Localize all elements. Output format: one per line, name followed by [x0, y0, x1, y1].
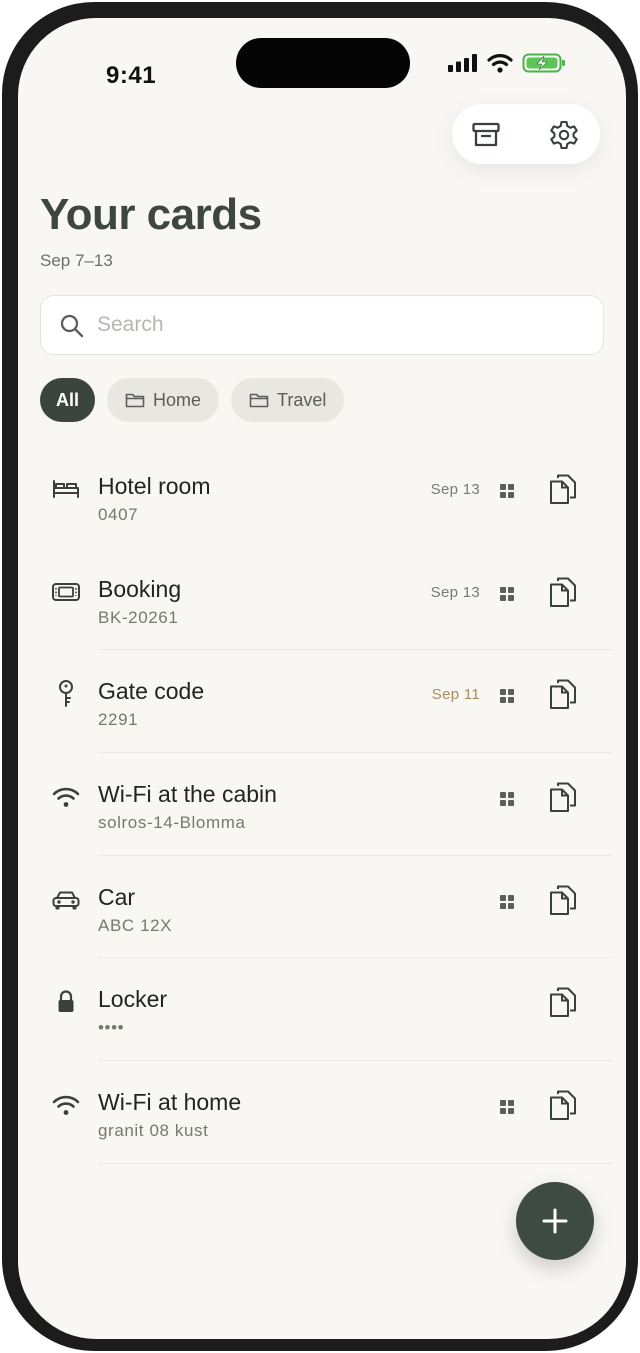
wifi-icon [50, 1091, 82, 1119]
key-icon [50, 680, 82, 708]
copy-icon[interactable] [548, 985, 578, 1019]
card-title: Locker [98, 986, 168, 1013]
lock-icon [50, 988, 82, 1016]
filter-chip-label: All [56, 389, 80, 410]
folder-icon [125, 393, 145, 408]
bed-icon [50, 475, 82, 503]
card-list: Hotel room 0407 Sep 13 Booking BK-20261 … [18, 445, 626, 1164]
ticket-icon [50, 578, 82, 606]
card-title: Gate code [98, 678, 205, 705]
card-row-gate-code[interactable]: Gate code 2291 Sep 11 [18, 650, 626, 754]
card-row-car[interactable]: Car ABC 12X [18, 856, 626, 959]
card-value: granit 08 kust [98, 1121, 209, 1141]
grid-icon[interactable] [499, 894, 515, 910]
filter-chips: All Home Travel [40, 378, 345, 422]
card-value: BK-20261 [98, 607, 179, 627]
card-row-wifi-home[interactable]: Wi-Fi at home granit 08 kust [18, 1061, 626, 1164]
copy-icon[interactable] [548, 677, 578, 711]
card-value: solros-14-Blomma [98, 813, 246, 833]
status-time: 9:41 [106, 62, 157, 89]
filter-chip-all[interactable]: All [40, 378, 96, 422]
add-card-button[interactable] [516, 1182, 594, 1260]
card-date: Sep 13 [430, 583, 480, 601]
copy-icon[interactable] [548, 575, 578, 609]
wifi-icon [50, 783, 82, 811]
copy-icon[interactable] [548, 1088, 578, 1122]
grid-icon[interactable] [499, 483, 515, 499]
card-value: 2291 [98, 710, 139, 730]
card-title: Car [98, 883, 136, 910]
search-icon [60, 314, 84, 338]
filter-chip-label: Travel [277, 389, 327, 410]
card-title: Booking [98, 575, 182, 602]
gear-icon [550, 120, 578, 150]
copy-icon[interactable] [548, 472, 578, 506]
filter-chip-home[interactable]: Home [107, 378, 220, 422]
top-actions [452, 104, 600, 164]
date-range: Sep 7–13 [40, 251, 113, 270]
card-date: Sep 13 [430, 481, 480, 498]
card-value: 0407 [98, 505, 139, 524]
car-icon [50, 886, 82, 914]
card-title: Wi-Fi at home [98, 1089, 242, 1116]
card-title: Hotel room [98, 473, 211, 499]
page-title: Your cards [40, 190, 262, 239]
copy-icon[interactable] [548, 883, 578, 917]
search-bar[interactable] [40, 295, 604, 355]
card-row-hotel-room[interactable]: Hotel room 0407 Sep 13 [18, 445, 626, 548]
status-icons [448, 51, 566, 75]
battery-charging-icon [522, 53, 565, 73]
card-value: ABC 12X [98, 915, 173, 935]
folder-icon [249, 393, 269, 408]
grid-icon[interactable] [499, 791, 515, 807]
card-title: Wi-Fi at the cabin [98, 781, 277, 808]
card-date: Sep 11 [431, 686, 480, 704]
grid-icon[interactable] [499, 586, 515, 602]
signal-icon [448, 54, 477, 72]
app-screen: 9:41 Your cards Sep 7–13 Search All Home… [18, 18, 626, 1339]
search-input[interactable] [97, 306, 577, 344]
settings-button[interactable] [547, 118, 581, 152]
card-row-locker[interactable]: Locker •••• [18, 958, 626, 1062]
card-row-wifi-cabin[interactable]: Wi-Fi at the cabin solros-14-Blomma [18, 753, 626, 856]
filter-chip-travel[interactable]: Travel [231, 378, 345, 422]
filter-chip-label: Home [153, 389, 202, 410]
archive-button[interactable] [469, 118, 503, 152]
divider [98, 1162, 612, 1164]
card-value-masked: •••• [98, 1018, 125, 1038]
wifi-status-icon [487, 54, 513, 73]
grid-icon[interactable] [499, 1099, 515, 1115]
phone-frame: 9:41 Your cards Sep 7–13 Search All Home… [2, 2, 638, 1351]
card-row-booking[interactable]: Booking BK-20261 Sep 13 [18, 548, 626, 651]
plus-icon [542, 1208, 568, 1234]
dynamic-island [236, 38, 410, 88]
archive-icon [472, 122, 500, 147]
copy-icon[interactable] [548, 780, 578, 814]
grid-icon[interactable] [499, 688, 515, 704]
